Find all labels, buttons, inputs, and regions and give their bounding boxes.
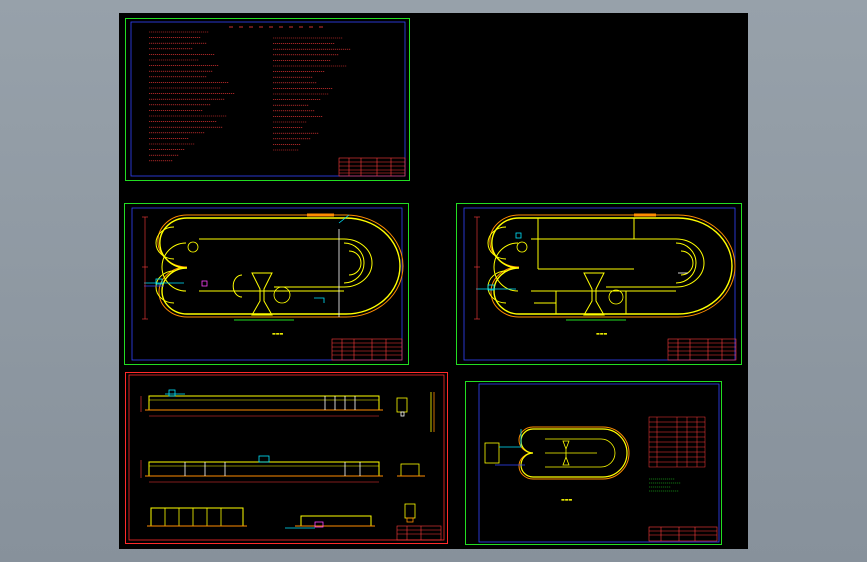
overview-sheet[interactable]: ▬▬▬ [465,381,722,545]
title-block [396,525,442,541]
equipment-table [648,416,706,468]
plan-sheet-2-drawing: ▬▬▬ [456,203,742,365]
notes-sheet[interactable] [125,18,410,181]
section-sheet[interactable] [125,372,448,544]
overview-caption: ▬▬▬ [561,497,573,502]
section-sheet-drawing [125,372,448,544]
overview-sheet-drawing: ▬▬▬ [465,381,722,545]
plan-caption-2: ▬▬▬ [596,331,608,336]
title-block [648,526,718,542]
detail-views [396,392,435,523]
plan-sheet-1-drawing: ▬▬▬ [124,203,409,365]
notes-sheet-drawing [125,18,410,181]
title-block [331,338,403,361]
notes-text-column-left [149,31,235,162]
title-block [667,338,737,361]
cad-viewport[interactable]: ▬▬▬ ▬▬▬ ▬▬▬ [119,13,748,549]
dimension-lines-left [142,216,148,320]
plan-sheet-2[interactable]: ▬▬▬ [456,203,742,365]
section-c [147,507,375,529]
section-a [140,389,383,417]
overview-racetrack [484,426,630,480]
title-block [338,157,406,177]
racetrack-tank-outline [476,213,736,321]
plan-sheet-1[interactable]: ▬▬▬ [124,203,409,365]
dimension-lines-left [474,216,480,320]
racetrack-tank-outline [144,213,404,321]
section-b [140,455,383,483]
legend-notes [649,478,681,492]
notes-text-column-right [273,37,351,151]
plan-caption-1: ▬▬▬ [272,331,284,336]
